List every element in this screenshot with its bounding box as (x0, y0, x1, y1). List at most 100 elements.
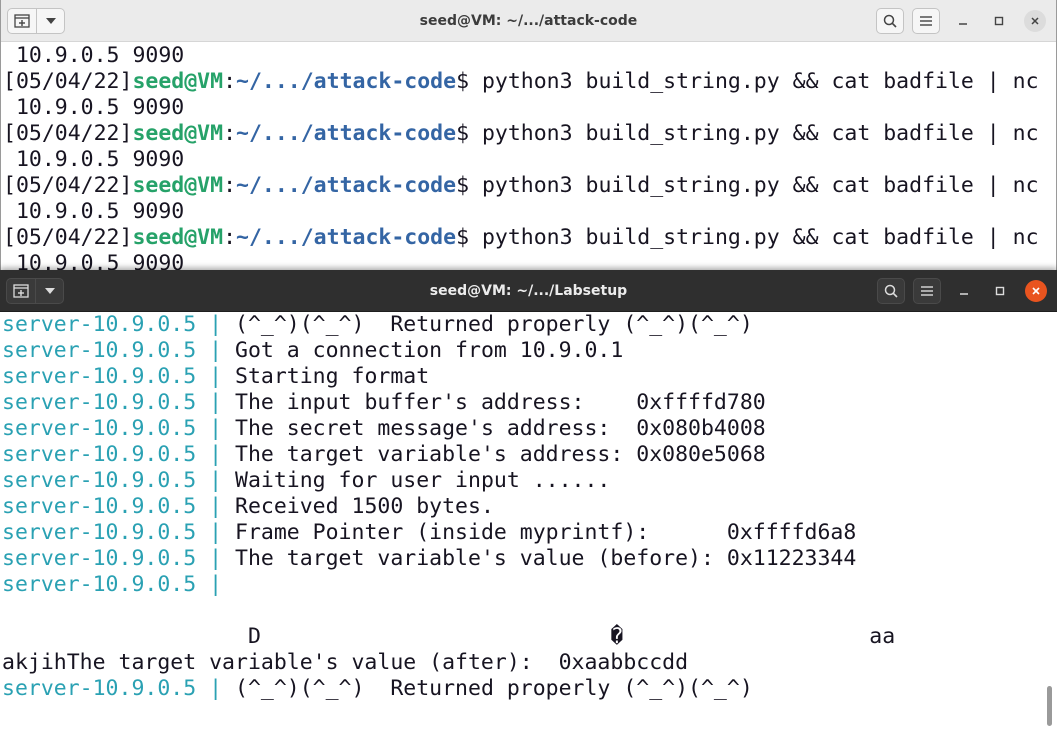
prompt-date: [05/04/22] (3, 173, 133, 198)
server-prefix: server-10.9.0.5 | (2, 676, 235, 701)
minimize-button[interactable] (951, 278, 977, 304)
prompt-date: [05/04/22] (3, 121, 133, 146)
new-tab-button[interactable] (7, 279, 35, 303)
prompt-separator: : (223, 69, 237, 94)
close-button[interactable] (1023, 278, 1049, 304)
terminal-line: server-10.9.0.5 | The secret message's a… (2, 416, 1057, 442)
output-text: D � aa (2, 624, 896, 649)
server-prefix: server-10.9.0.5 | (2, 364, 235, 389)
terminal-line: 10.9.0.5 9090 (3, 199, 1056, 225)
tab-menu-dropdown[interactable] (35, 279, 63, 303)
new-tab-icon (14, 14, 30, 28)
prompt-separator: : (223, 225, 237, 250)
output-text: (^_^)(^_^) Returned properly (^_^)(^_^) (235, 676, 753, 701)
scrollbar-thumb[interactable] (1047, 686, 1052, 726)
terminal-line: server-10.9.0.5 | Frame Pointer (inside … (2, 520, 1057, 546)
search-icon (884, 284, 898, 298)
chevron-down-icon (44, 288, 55, 294)
output-text: The target variable's value (before): 0x… (235, 546, 857, 571)
terminal-output[interactable]: 10.9.0.5 9090 [05/04/22]seed@VM:~/.../att… (1, 42, 1056, 272)
command-text: $ python3 build_string.py && cat badfile… (456, 225, 1039, 250)
new-tab-button[interactable] (8, 9, 36, 33)
close-button[interactable] (1022, 8, 1048, 34)
prompt-separator: : (223, 173, 237, 198)
terminal-line: akjihThe target variable's value (after)… (2, 650, 1057, 676)
new-tab-group (6, 278, 64, 304)
output-text: Starting format (235, 364, 430, 389)
maximize-icon (995, 286, 1005, 296)
output-text: 10.9.0.5 9090 (3, 199, 185, 224)
output-text: 10.9.0.5 9090 (3, 147, 185, 172)
output-text: (^_^)(^_^) Returned properly (^_^)(^_^) (235, 312, 753, 337)
terminal-line: 10.9.0.5 9090 (3, 147, 1056, 173)
terminal-line: server-10.9.0.5 | The target variable's … (2, 442, 1057, 468)
search-button[interactable] (876, 8, 904, 34)
close-circle (1024, 10, 1046, 32)
prompt-path: ~/.../attack-code (236, 69, 457, 94)
terminal-line: server-10.9.0.5 | Starting format (2, 364, 1057, 390)
terminal-line: [05/04/22]seed@VM:~/.../attack-code$ pyt… (3, 69, 1056, 95)
output-text: Got a connection from 10.9.0.1 (235, 338, 624, 363)
output-text: The secret message's address: 0x080b4008 (235, 416, 766, 441)
prompt-user: seed@VM (132, 225, 224, 250)
prompt-date: [05/04/22] (3, 225, 133, 250)
terminal-line: server-10.9.0.5 | (2, 572, 1057, 598)
terminal-line: server-10.9.0.5 | (^_^)(^_^) Returned pr… (2, 312, 1057, 338)
terminal-line: 10.9.0.5 9090 (3, 95, 1056, 121)
chevron-down-icon (45, 18, 56, 24)
output-text: Waiting for user input ...... (235, 468, 611, 493)
search-button[interactable] (877, 278, 905, 304)
prompt-path: ~/.../attack-code (236, 173, 457, 198)
command-text: $ python3 build_string.py && cat badfile… (456, 69, 1039, 94)
terminal-line: 10.9.0.5 9090 (3, 43, 1056, 69)
maximize-button[interactable] (987, 278, 1013, 304)
window-controls (869, 278, 1049, 304)
terminal-window-labsetup: seed@VM: ~/.../Labsetup server-10.9.0.5 … (0, 270, 1057, 735)
terminal-line: server-10.9.0.5 | (^_^)(^_^) Returned pr… (2, 676, 1057, 702)
server-prefix: server-10.9.0.5 | (2, 494, 235, 519)
maximize-button[interactable] (986, 8, 1012, 34)
menu-button[interactable] (913, 278, 941, 304)
minimize-icon (959, 23, 967, 25)
server-prefix: server-10.9.0.5 | (2, 572, 223, 597)
terminal-output[interactable]: server-10.9.0.5 | (^_^)(^_^) Returned pr… (0, 312, 1057, 702)
minimize-button[interactable] (950, 8, 976, 34)
hamburger-icon (921, 286, 933, 296)
output-text: The input buffer's address: 0xffffd780 (235, 390, 766, 415)
prompt-separator: : (223, 121, 237, 146)
prompt-user: seed@VM (132, 121, 224, 146)
server-prefix: server-10.9.0.5 | (2, 312, 235, 337)
menu-button[interactable] (912, 8, 940, 34)
terminal-line: server-10.9.0.5 | Waiting for user input… (2, 468, 1057, 494)
titlebar: seed@VM: ~/.../attack-code (1, 0, 1056, 42)
new-tab-group (7, 8, 65, 34)
terminal-line: [05/04/22]seed@VM:~/.../attack-code$ pyt… (3, 173, 1056, 199)
output-text: 10.9.0.5 9090 (3, 43, 185, 68)
close-icon (1032, 287, 1040, 295)
server-prefix: server-10.9.0.5 | (2, 442, 235, 467)
terminal-window-attack-code: seed@VM: ~/.../attack-code 10.9.0.5 9090… (0, 0, 1057, 272)
minimize-icon (960, 293, 968, 295)
output-text: akjihThe target variable's value (after)… (2, 650, 689, 675)
terminal-line: server-10.9.0.5 | Received 1500 bytes. (2, 494, 1057, 520)
terminal-line: server-10.9.0.5 | The target variable's … (2, 546, 1057, 572)
command-text: $ python3 build_string.py && cat badfile… (456, 121, 1039, 146)
terminal-line: 10.9.0.5 9090 (3, 251, 1056, 272)
output-text: 10.9.0.5 9090 (3, 251, 185, 272)
server-prefix: server-10.9.0.5 | (2, 416, 235, 441)
tab-menu-dropdown[interactable] (36, 9, 64, 33)
output-text: 10.9.0.5 9090 (3, 95, 185, 120)
terminal-line: [05/04/22]seed@VM:~/.../attack-code$ pyt… (3, 121, 1056, 147)
new-tab-icon (13, 284, 29, 298)
prompt-date: [05/04/22] (3, 69, 133, 94)
prompt-user: seed@VM (132, 173, 224, 198)
server-prefix: server-10.9.0.5 | (2, 338, 235, 363)
terminal-line: server-10.9.0.5 | Got a connection from … (2, 338, 1057, 364)
server-prefix: server-10.9.0.5 | (2, 390, 235, 415)
close-icon (1031, 17, 1039, 25)
prompt-path: ~/.../attack-code (236, 121, 457, 146)
server-prefix: server-10.9.0.5 | (2, 468, 235, 493)
server-prefix: server-10.9.0.5 | (2, 546, 235, 571)
output-text: Frame Pointer (inside myprintf): 0xffffd… (235, 520, 857, 545)
